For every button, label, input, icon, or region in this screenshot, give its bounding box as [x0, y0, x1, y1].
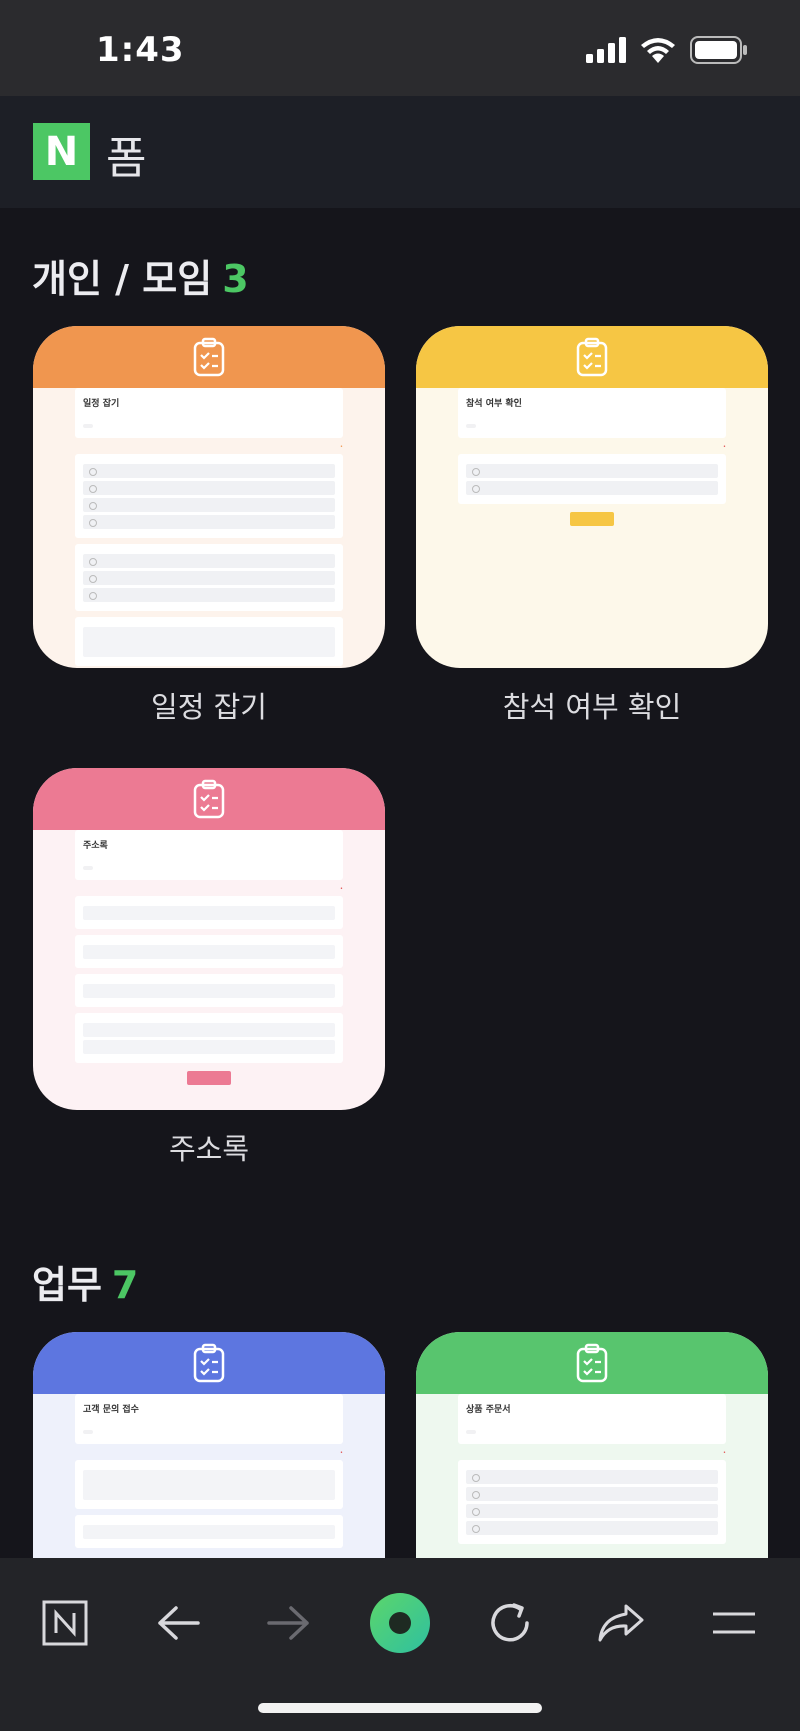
share-button[interactable] [586, 1588, 656, 1658]
template-card-attendance[interactable]: 참석 여부 확인 • 참석 여부 확인 [416, 326, 768, 726]
green-dot-icon [370, 1593, 430, 1653]
naver-n-icon [42, 1600, 88, 1646]
template-thumbnail[interactable]: 상품 주문서 • [416, 1332, 768, 1558]
section-title-text: 개인 / 모임 [32, 257, 213, 301]
clipboard-icon [576, 1343, 608, 1383]
clipboard-icon [193, 1343, 225, 1383]
arrow-left-icon [158, 1606, 200, 1640]
thumbnail-header [416, 326, 768, 388]
template-list[interactable]: 개인 / 모임 3 일정 잡기 • 일정 잡기 참석 여부 확인 • 참석 여부… [0, 208, 800, 1558]
clipboard-icon [193, 779, 225, 819]
status-time: 1:43 [96, 30, 185, 70]
forward-button[interactable] [254, 1588, 324, 1658]
page-title: 폼 [106, 133, 147, 184]
cellular-signal-icon [586, 37, 626, 63]
home-indicator[interactable] [258, 1703, 542, 1713]
naver-home-button[interactable] [30, 1588, 100, 1658]
arrow-right-icon [267, 1606, 309, 1640]
reload-button[interactable] [475, 1588, 545, 1658]
battery-icon [690, 36, 747, 64]
status-icons [586, 36, 748, 64]
card-label: 참석 여부 확인 [502, 690, 682, 724]
naver-logo[interactable]: N [33, 123, 90, 180]
back-button[interactable] [143, 1588, 213, 1658]
template-thumbnail[interactable]: 주소록 • [33, 768, 385, 1110]
thumbnail-header [416, 1332, 768, 1394]
menu-button[interactable] [699, 1588, 769, 1658]
form-preview-title: 참석 여부 확인 [466, 399, 522, 409]
template-thumbnail[interactable]: 고객 문의 접수 • [33, 1332, 385, 1558]
template-card-schedule[interactable]: 일정 잡기 • 일정 잡기 [33, 326, 385, 726]
share-arrow-icon [598, 1604, 644, 1642]
form-preview-title: 주소록 [83, 841, 108, 851]
app-header: N 폼 [0, 96, 800, 208]
card-label: 주소록 [168, 1132, 250, 1166]
section-title-work: 업무 7 [32, 1254, 138, 1309]
template-thumbnail[interactable]: 일정 잡기 • [33, 326, 385, 668]
wifi-icon [641, 38, 675, 63]
form-preview-title: 일정 잡기 [83, 399, 120, 409]
clipboard-icon [193, 337, 225, 377]
section-title-text: 업무 [32, 1263, 102, 1307]
form-preview-title: 상품 주문서 [466, 1405, 511, 1415]
form-preview-title: 고객 문의 접수 [83, 1405, 139, 1415]
template-thumbnail[interactable]: 참석 여부 확인 • [416, 326, 768, 668]
template-card-address-book[interactable]: 주소록 • 주소록 [33, 768, 385, 1168]
template-card-product-order[interactable]: 상품 주문서 • [416, 1332, 768, 1558]
status-bar: 1:43 [0, 0, 800, 96]
section-count: 7 [111, 1263, 139, 1307]
green-dot-button[interactable] [365, 1588, 435, 1658]
hamburger-menu-icon [713, 1612, 755, 1634]
reload-icon [491, 1603, 529, 1642]
card-label: 일정 잡기 [151, 690, 267, 724]
template-card-customer-inquiry[interactable]: 고객 문의 접수 • [33, 1332, 385, 1558]
clipboard-icon [576, 337, 608, 377]
thumbnail-header [33, 326, 385, 388]
thumbnail-header [33, 1332, 385, 1394]
thumbnail-header [33, 768, 385, 830]
section-count: 3 [222, 257, 249, 301]
section-title-personal: 개인 / 모임 3 [32, 248, 249, 303]
